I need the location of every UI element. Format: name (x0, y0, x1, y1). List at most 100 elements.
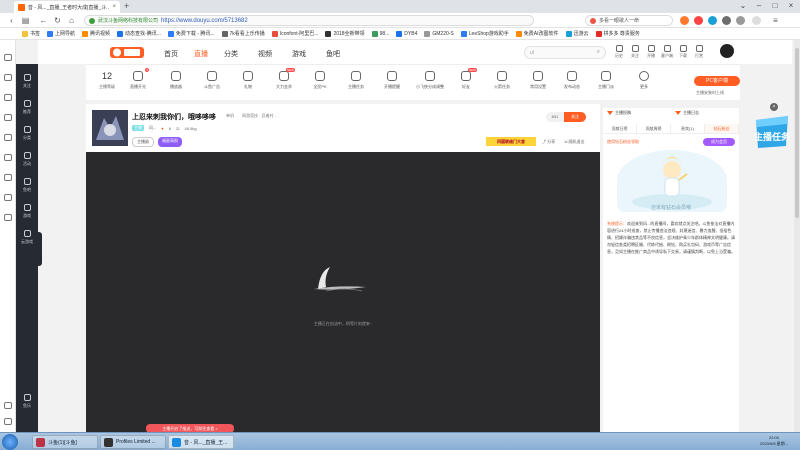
feature-item[interactable]: 全民PK (306, 71, 334, 90)
bookmark-item[interactable]: 拼多多 尊贵服务 (595, 30, 640, 37)
extension-icon-5[interactable] (736, 16, 745, 25)
douyu-logo[interactable] (110, 45, 144, 60)
left-nav-activity[interactable]: 活动 (16, 152, 38, 167)
taskbar-item[interactable]: 斗鱼(1)[斗鱼] (32, 435, 98, 449)
bookmark-item[interactable]: GM220-S (424, 30, 454, 37)
bookmark-item[interactable]: 书签 (22, 30, 40, 37)
bookmark-item[interactable]: LeeShop游戏助手 (460, 30, 509, 37)
random-exit-button[interactable]: ⇲ 随机退出 (564, 139, 584, 145)
extension-icon-2[interactable] (694, 16, 703, 25)
feature-item[interactable]: 主播任务 (342, 71, 370, 90)
bookmark-item[interactable]: 7k看看上乐传播 (221, 30, 265, 37)
browser-search-box[interactable]: 多看一眼歌人一命 (585, 15, 673, 26)
taskbar-item-active[interactable]: 音 - 风..._直播_王... (168, 435, 234, 449)
anchor-task-badge[interactable]: 主播任务 (752, 112, 792, 152)
bookmark-item[interactable]: 上网导航 (47, 30, 75, 37)
nav-live[interactable]: 直播 (194, 49, 208, 59)
calendar-icon[interactable] (4, 194, 12, 201)
mail-icon[interactable] (4, 134, 12, 141)
download-tool[interactable]: 下载 (676, 45, 690, 59)
follow-button[interactable]: 831 关注 (546, 112, 586, 122)
feature-item[interactable]: 发布动态 (558, 71, 586, 90)
feature-item[interactable]: NEW 大力金斧 (270, 68, 298, 90)
history-icon[interactable] (4, 74, 12, 81)
notes-icon[interactable] (4, 114, 12, 121)
nav-category[interactable]: 分类 (224, 49, 238, 59)
game-icon[interactable] (4, 214, 12, 221)
close-icon[interactable]: × (112, 4, 116, 10)
anchor-log-tab[interactable]: 主播日志 (675, 110, 699, 116)
nav-game[interactable]: 游戏 (292, 49, 306, 59)
broadcast-tool[interactable]: 开播 (644, 45, 658, 59)
anchor-avatar[interactable] (92, 110, 128, 146)
pc-client-button[interactable]: PC客户端 (694, 76, 740, 86)
left-nav-game[interactable]: 游戏 (16, 204, 38, 219)
fortune-badge[interactable]: 福星高照 (158, 137, 182, 147)
feature-item[interactable]: 更多 (630, 71, 658, 90)
bookmark-item[interactable]: 免费下载 - 腾讯... (167, 30, 215, 37)
scrollbar-thumb[interactable] (795, 48, 799, 218)
chat-icon[interactable] (4, 154, 12, 161)
feature-item[interactable]: 礼物 (234, 71, 262, 90)
bookmark-item[interactable]: Iconfont-阿里巴... (271, 30, 318, 37)
minimize-icon[interactable]: – (752, 0, 766, 12)
browser-tab-active[interactable]: 音 - 风..._直播_王者时大成|直播_斗... × (14, 1, 120, 13)
maximize-icon[interactable]: □ (768, 0, 782, 12)
douyu-search-input[interactable]: ul ⌕ (524, 46, 606, 59)
feature-item[interactable]: 斗鱼广告 (198, 71, 226, 90)
back-icon[interactable]: ‹ (6, 15, 17, 26)
system-clock[interactable]: 22:00 2023/9/8 星期... (760, 435, 788, 447)
tab-daily-rank[interactable]: 贡献日榜 (603, 124, 637, 133)
client-tool[interactable]: 客户端 (660, 45, 674, 59)
download-icon[interactable] (4, 94, 12, 101)
become-member-button[interactable]: 成为会员 (703, 138, 735, 146)
feature-item[interactable]: NEW 好友 (452, 68, 480, 90)
feature-item[interactable]: 小飞侠分成调整 (414, 71, 446, 90)
tab-vip[interactable]: 贵宾(1) (671, 124, 705, 133)
left-nav-recommend[interactable]: 推荐 (16, 100, 38, 115)
extension-icon-1[interactable] (680, 16, 689, 25)
account-icon[interactable] (752, 16, 761, 25)
user-avatar[interactable] (720, 44, 734, 58)
share-button[interactable]: ⤴ 分享 (542, 139, 555, 145)
tab-weekly-rank[interactable]: 贡献周榜 (637, 124, 671, 133)
address-bar[interactable]: 武汉斗鱼网络科技有限公司 https://www.douyu.com/57136… (84, 15, 534, 26)
left-nav-follow[interactable]: 关注 (16, 74, 38, 89)
anchor-post-tab[interactable]: 主播投稿 (607, 110, 631, 116)
left-nav-fun[interactable]: 鱼乐 (16, 394, 38, 409)
favorites-icon[interactable] (4, 54, 12, 61)
cart-icon[interactable] (4, 174, 12, 181)
feature-item[interactable]: 常用设置 (524, 71, 552, 90)
left-nav-category[interactable]: 分类 (16, 126, 38, 141)
diamond-fans-link[interactable]: 使用钻石粉丝领取 (607, 139, 639, 145)
bookmark-item[interactable]: 免费AI改图软件 (515, 30, 559, 37)
start-button[interactable] (2, 434, 18, 450)
search-icon[interactable]: ⌕ (597, 49, 600, 56)
bookmark-item[interactable]: DYB4 (396, 30, 417, 37)
left-nav-fishbar[interactable]: 鱼吧 (16, 178, 38, 193)
tab-diamond-fans[interactable]: 钻石粉丝 (705, 124, 739, 133)
float-close-icon[interactable]: × (770, 103, 778, 111)
room-category[interactable]: 单机 (226, 113, 234, 119)
sidebar-toggle-icon[interactable]: ▤ (20, 15, 31, 26)
left-nav-cloud-game[interactable]: 云游戏 (16, 230, 38, 245)
video-player[interactable]: 主播正在加油中，稍等片刻就来~ (86, 152, 600, 432)
feature-item[interactable]: 火箭任务 (488, 71, 516, 90)
anchor-level[interactable]: 12 主播等级 (92, 71, 122, 90)
promo-banner[interactable]: 四国联络门大冒 (486, 137, 536, 146)
room-tags[interactable]: 网游竞技 · 忍者村... (242, 113, 277, 119)
feature-item[interactable]: 播放器 (162, 71, 190, 90)
nav-home[interactable]: 首页 (164, 49, 178, 59)
menu-icon[interactable]: ⌄ (736, 0, 750, 12)
feature-item[interactable]: 3 直播开光 (124, 68, 152, 90)
bookmark-item[interactable]: 动态查找-腾讯... (117, 30, 161, 37)
left-nav-collapse-handle[interactable] (38, 232, 42, 266)
bookmark-item[interactable]: 腾讯视频 (82, 30, 110, 37)
back-arrow-icon[interactable]: ← (38, 15, 49, 26)
menu-more-icon[interactable]: ≡ (770, 15, 781, 26)
home-icon[interactable]: ⌂ (66, 15, 77, 26)
bookmark-item[interactable]: 2018全新带领 (325, 30, 365, 37)
nav-fishbar[interactable]: 鱼吧 (326, 49, 340, 59)
new-tab-icon[interactable]: + (124, 1, 129, 11)
close-icon[interactable]: × (215, 426, 217, 431)
